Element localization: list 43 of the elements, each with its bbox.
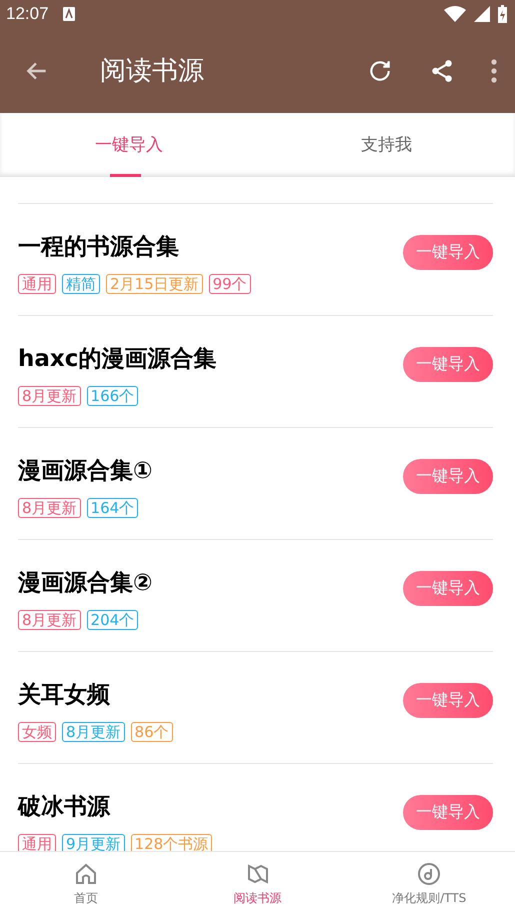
source-title: 漫画源合集①: [18, 457, 154, 486]
tag: 8月更新: [18, 386, 81, 406]
import-button[interactable]: 一键导入: [403, 571, 493, 606]
tag: 女频: [18, 722, 56, 742]
tag: 通用: [18, 274, 56, 294]
notification-icon: [62, 7, 75, 21]
tag: 164个: [86, 498, 138, 518]
import-button[interactable]: 一键导入: [403, 459, 493, 494]
tag: 128个书源: [130, 834, 212, 851]
wifi-icon: [444, 6, 466, 22]
nav-item[interactable]: 净化规则/TTS: [343, 852, 515, 916]
toolbar-title: 阅读书源: [100, 55, 205, 88]
battery-icon: [498, 5, 507, 23]
source-title: 破冰书源: [18, 793, 112, 822]
book-icon: [246, 862, 270, 886]
source-title: 一程的书源合集: [18, 233, 180, 262]
tag: 204个: [86, 610, 138, 630]
source-title: 关耳女频: [18, 681, 111, 710]
import-button[interactable]: 一键导入: [403, 683, 493, 718]
import-button[interactable]: 一键导入: [403, 235, 493, 270]
signal-icon: [474, 6, 490, 22]
home-icon: [74, 862, 98, 886]
source-title: haxc的漫画源合集: [18, 345, 218, 374]
nav-item[interactable]: 首页: [0, 852, 172, 916]
source-title: 漫画源合集②: [18, 569, 154, 598]
tag: 精简: [62, 274, 100, 294]
status-time: 12:07: [6, 4, 49, 24]
tag: 8月更新: [18, 498, 81, 518]
nav-item[interactable]: 阅读书源: [172, 852, 344, 916]
tag: 166个: [86, 386, 138, 406]
tag: 8月更新: [62, 722, 125, 742]
tag: 2月15日更新: [106, 274, 203, 294]
tag: 9月更新: [62, 834, 125, 851]
more-icon: [491, 58, 497, 84]
tag: 86个: [130, 722, 173, 742]
music-disc-icon: [417, 862, 442, 886]
tag: 99个: [208, 274, 251, 294]
tab[interactable]: 支持我: [258, 113, 515, 176]
tab[interactable]: 一键导入: [0, 113, 258, 176]
import-button[interactable]: 一键导入: [403, 795, 493, 830]
import-button[interactable]: 一键导入: [403, 347, 493, 382]
tag: 通用: [18, 834, 56, 851]
tag: 8月更新: [18, 610, 81, 630]
